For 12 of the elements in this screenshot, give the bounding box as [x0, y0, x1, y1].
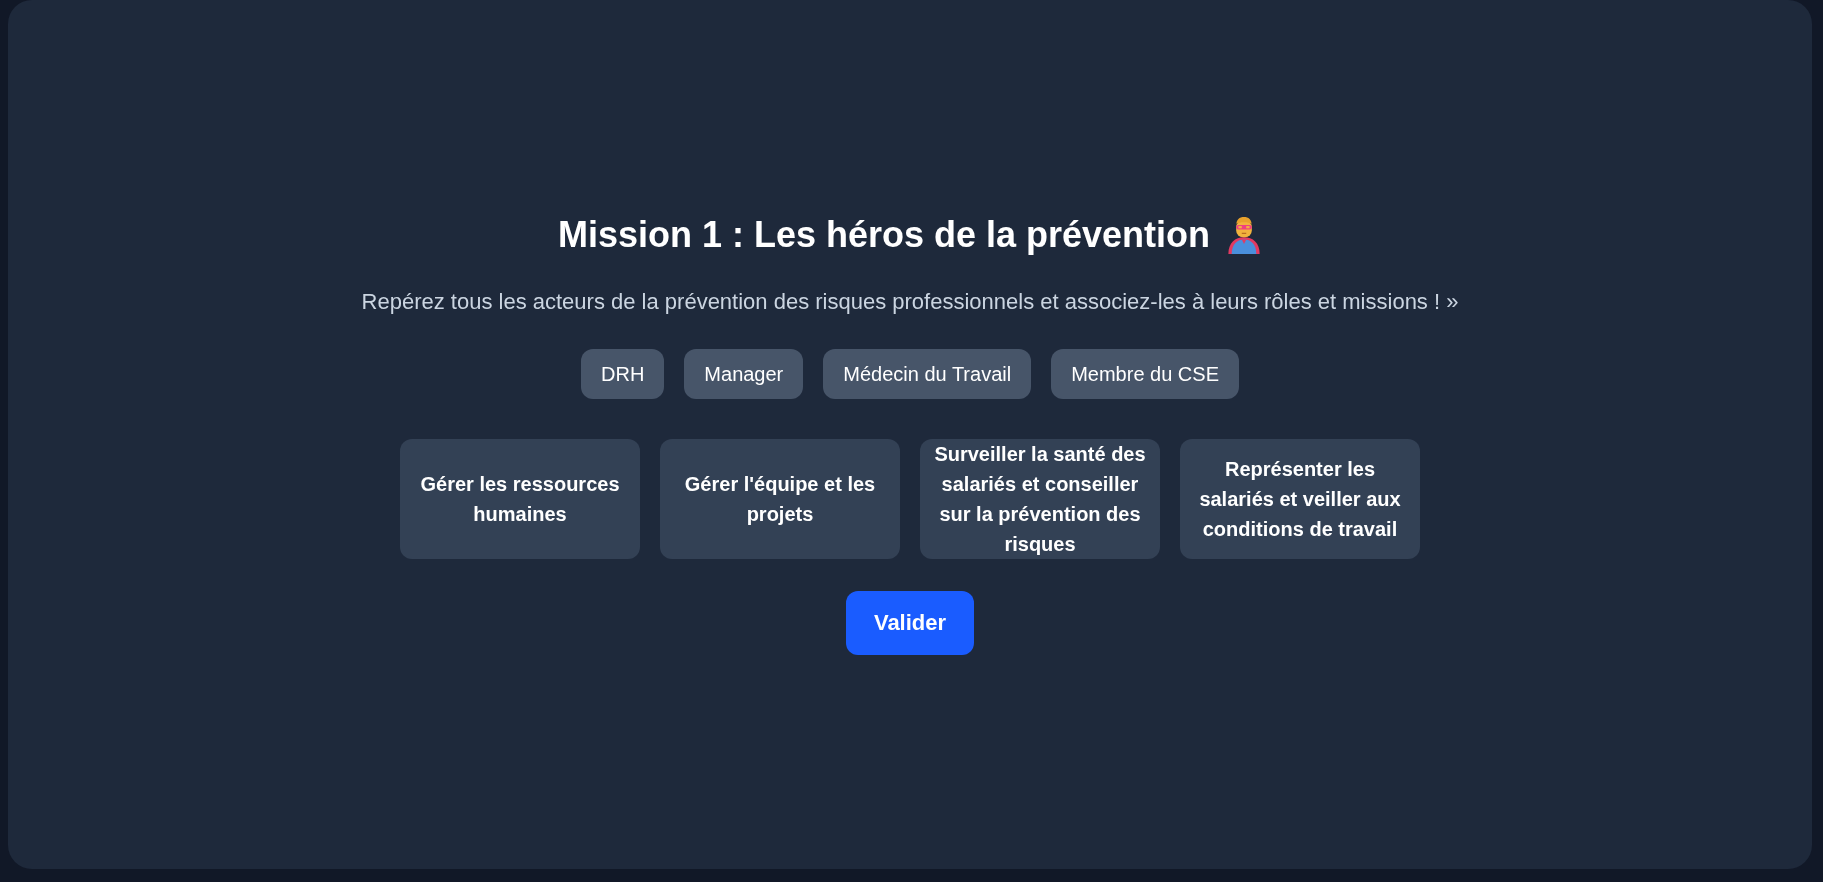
superhero-icon	[1226, 215, 1263, 254]
instructions-text: Repérez tous les acteurs de la prévention des risques professionnels et associez-les à leurs rôles et missions ! »	[361, 287, 1459, 316]
actor-chip[interactable]: Membre du CSE	[1051, 348, 1239, 399]
mission-card[interactable]: Surveiller la santé des salariés et conseiller sur la prévention des risques	[920, 438, 1160, 559]
mission-title: Mission 1 : Les héros de la prévention	[557, 214, 1211, 255]
actor-chip[interactable]: Médecin du Travail	[823, 348, 1032, 399]
mission-card[interactable]: Représenter les salariés et veiller aux conditions de travail	[1180, 438, 1420, 559]
mission-card[interactable]: Gérer les ressources humaines	[400, 438, 640, 559]
actor-chip[interactable]: DRH	[581, 348, 665, 399]
mission-card[interactable]: Gérer l'équipe et les projets	[660, 438, 900, 559]
actor-chip[interactable]: Manager	[684, 348, 804, 399]
validate-button[interactable]: Valider	[845, 590, 975, 655]
